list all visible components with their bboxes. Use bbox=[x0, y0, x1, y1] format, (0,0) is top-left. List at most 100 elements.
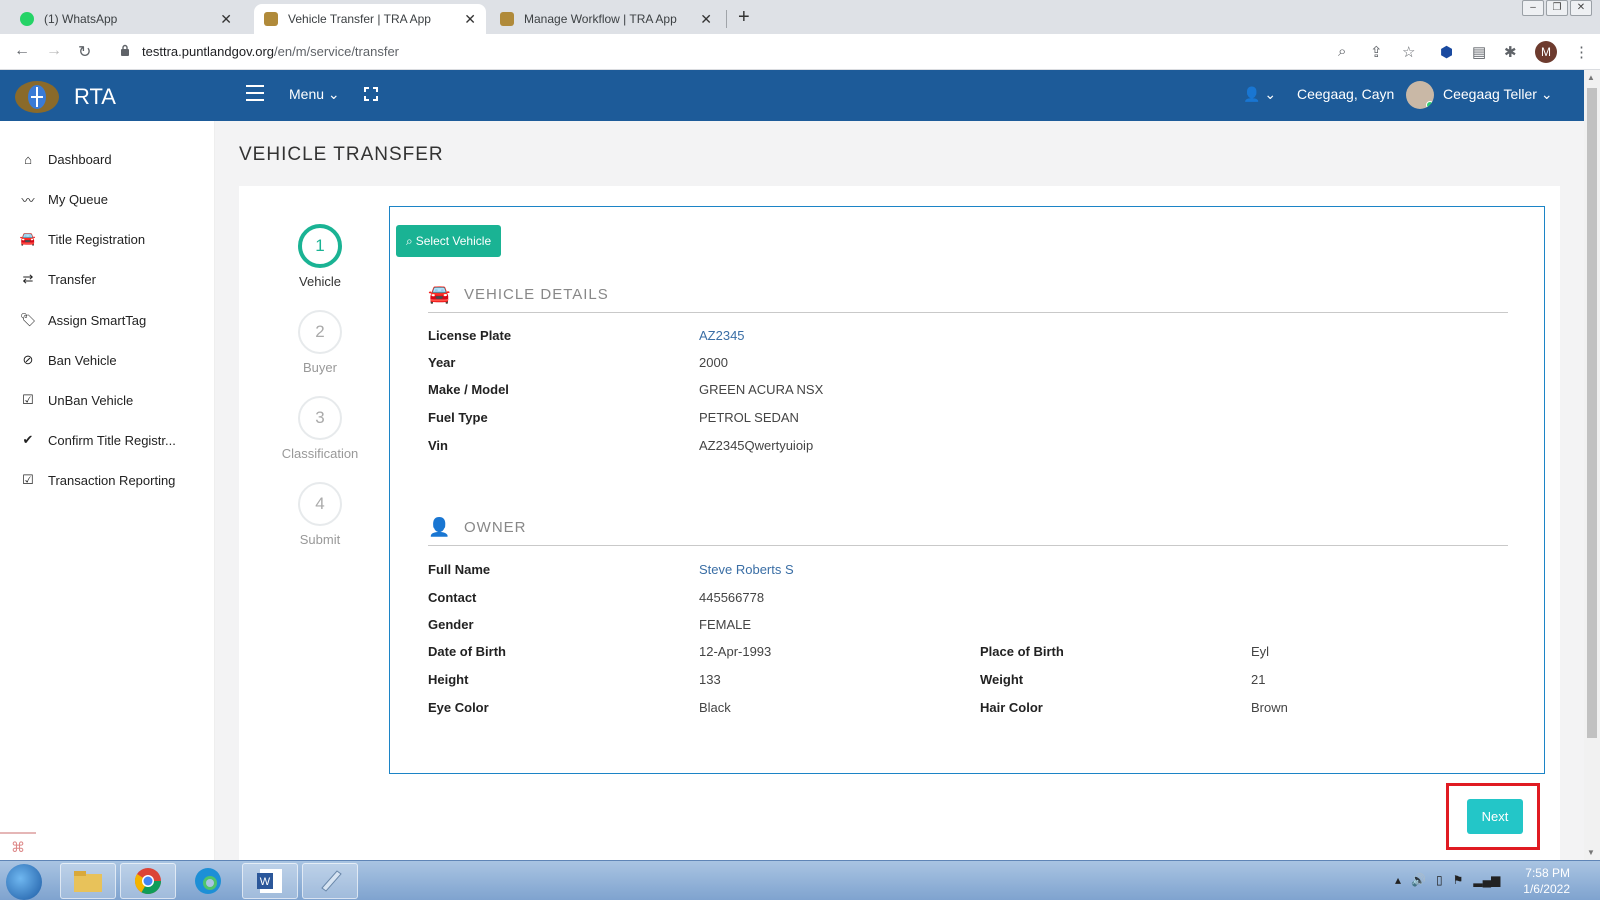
page-title: VEHICLE TRANSFER bbox=[239, 144, 444, 165]
home-icon: ⌂ bbox=[24, 151, 32, 167]
tray-expand-icon[interactable]: ▴ bbox=[1395, 873, 1401, 887]
step-number: 3 bbox=[298, 396, 342, 440]
close-icon[interactable]: ✕ bbox=[220, 11, 232, 28]
scroll-up-icon[interactable]: ▲ bbox=[1587, 73, 1595, 82]
address-bar[interactable]: testtra.puntlandgov.org/en/m/service/tra… bbox=[142, 44, 399, 59]
sidebar-item-label: Transaction Reporting bbox=[48, 472, 176, 488]
owner-heading: 👤 OWNER bbox=[428, 510, 1508, 546]
field-value[interactable]: AZ2345 bbox=[699, 328, 745, 343]
extension-shield-icon[interactable]: ⬢ bbox=[1440, 43, 1453, 61]
extension-clipboard-icon[interactable]: ▤ bbox=[1472, 43, 1486, 61]
sidebar-item-label: Transfer bbox=[48, 271, 96, 287]
avatar[interactable] bbox=[1406, 81, 1434, 109]
step-label: Buyer bbox=[303, 360, 337, 375]
field-value[interactable]: Steve Roberts S bbox=[699, 562, 794, 577]
step-classification[interactable]: 3 Classification bbox=[282, 396, 358, 461]
close-icon[interactable]: ✕ bbox=[700, 11, 712, 28]
star-icon[interactable]: ☆ bbox=[1402, 43, 1415, 61]
select-vehicle-button[interactable]: ⌕ Select Vehicle bbox=[396, 225, 502, 257]
chrome-icon[interactable] bbox=[120, 863, 176, 899]
field-label: Make / Model bbox=[428, 382, 509, 397]
wizard-card: 1 Vehicle 2 Buyer 3 Classification 4 Sub… bbox=[239, 186, 1560, 866]
hamburger-icon[interactable] bbox=[246, 85, 264, 101]
windows-start-icon[interactable] bbox=[6, 864, 42, 900]
sidebar-item-dashboard[interactable]: ⌂ Dashboard bbox=[18, 148, 112, 170]
extensions-puzzle-icon[interactable]: ✱ bbox=[1504, 43, 1517, 61]
next-button[interactable]: Next bbox=[1467, 799, 1523, 834]
field-label: Date of Birth bbox=[428, 644, 506, 659]
field-value: GREEN ACURA NSX bbox=[699, 382, 824, 397]
browser-toolbar: ← → ↻ testtra.puntlandgov.org/en/m/servi… bbox=[0, 34, 1600, 70]
field-label: License Plate bbox=[428, 328, 512, 343]
step-submit[interactable]: 4 Submit bbox=[297, 482, 343, 547]
sidebar-item-label: My Queue bbox=[48, 191, 108, 207]
menu-dropdown[interactable]: Menu ⌄ bbox=[289, 86, 340, 103]
sidebar-item-assign-smarttag[interactable]: 🏷 Assign SmartTag bbox=[18, 309, 147, 331]
tab-whatsapp[interactable]: (1) WhatsApp ✕ bbox=[10, 4, 242, 34]
field-value: 445566778 bbox=[699, 590, 765, 605]
zoom-icon[interactable]: ⌕ bbox=[1338, 43, 1346, 60]
step-label: Submit bbox=[299, 532, 341, 547]
browser-menu-icon[interactable]: ⋮ bbox=[1574, 43, 1589, 61]
volume-icon[interactable]: 🔊 bbox=[1411, 873, 1426, 887]
tab-manage-workflow[interactable]: Manage Workflow | TRA App ✕ bbox=[490, 4, 722, 34]
close-window-icon[interactable]: ✕ bbox=[1570, 0, 1592, 16]
sidebar-item-my-queue[interactable]: 〰 My Queue bbox=[18, 188, 108, 210]
close-icon[interactable]: ✕ bbox=[464, 11, 476, 28]
rta-logo bbox=[15, 81, 59, 113]
sidebar-item-transaction-reporting[interactable]: ☑ Transaction Reporting bbox=[18, 469, 175, 491]
laravel-icon[interactable]: ⌘ bbox=[0, 832, 36, 860]
sidebar-item-confirm-title-registration[interactable]: ✔ Confirm Title Registr... bbox=[18, 429, 176, 451]
search-icon: ⌕ bbox=[406, 233, 413, 248]
ban-icon: ⊘ bbox=[22, 352, 34, 367]
user-short-name[interactable]: Ceegaag, Cayn bbox=[1297, 86, 1394, 102]
minimize-icon[interactable]: – bbox=[1522, 0, 1544, 16]
fullscreen-icon[interactable] bbox=[363, 86, 379, 102]
edge-icon[interactable] bbox=[180, 863, 236, 899]
field-label: Year bbox=[428, 355, 456, 370]
lock-icon[interactable] bbox=[120, 44, 130, 56]
sidebar-item-label: UnBan Vehicle bbox=[48, 392, 134, 408]
signal-icon[interactable]: ▂▄▆ bbox=[1473, 873, 1500, 887]
field-label: Height bbox=[428, 672, 469, 687]
tab-vehicle-transfer[interactable]: Vehicle Transfer | TRA App ✕ bbox=[254, 4, 486, 34]
page-scrollbar[interactable]: ▲ ▼ bbox=[1584, 70, 1600, 860]
sidebar-item-transfer[interactable]: ⇄ Transfer bbox=[18, 268, 96, 290]
scrollbar-thumb[interactable] bbox=[1587, 88, 1597, 738]
brand-name[interactable]: RTA bbox=[74, 84, 116, 110]
forward-icon[interactable]: → bbox=[46, 42, 62, 60]
word-icon[interactable]: W bbox=[242, 863, 298, 899]
sidebar-item-title-registration[interactable]: 🚘 Title Registration bbox=[18, 228, 145, 250]
share-icon[interactable]: ⇪ bbox=[1370, 43, 1383, 61]
back-icon[interactable]: ← bbox=[14, 42, 30, 60]
user-dropdown[interactable]: Ceegaag Teller ⌄ bbox=[1443, 86, 1553, 103]
new-tab-icon[interactable]: + bbox=[738, 6, 750, 29]
scroll-down-icon[interactable]: ▼ bbox=[1587, 848, 1595, 857]
reload-icon[interactable]: ↻ bbox=[78, 42, 91, 62]
exchange-icon: ⇄ bbox=[22, 271, 34, 286]
chevron-down-icon: ⌄ bbox=[1540, 86, 1553, 102]
network-warning-icon[interactable]: ⚑ bbox=[1453, 873, 1464, 887]
check-square-icon: ☑ bbox=[22, 392, 34, 407]
user-menu-icon[interactable]: 👤 ⌄ bbox=[1243, 86, 1276, 103]
field-label: Vin bbox=[428, 438, 448, 453]
restore-icon[interactable]: ❐ bbox=[1546, 0, 1568, 16]
field-label: Place of Birth bbox=[980, 644, 1064, 659]
battery-icon[interactable]: ▯ bbox=[1436, 873, 1443, 887]
sidebar-item-label: Ban Vehicle bbox=[48, 352, 117, 368]
step-buyer[interactable]: 2 Buyer bbox=[297, 310, 343, 375]
sidebar-item-ban-vehicle[interactable]: ⊘ Ban Vehicle bbox=[18, 349, 117, 371]
notepad-icon[interactable] bbox=[302, 863, 358, 899]
field-label: Contact bbox=[428, 590, 477, 605]
window-controls: – ❐ ✕ bbox=[1522, 0, 1592, 16]
profile-avatar[interactable]: M bbox=[1535, 41, 1557, 63]
sidebar-item-label: Assign SmartTag bbox=[48, 312, 147, 328]
svg-text:W: W bbox=[260, 876, 271, 888]
field-value: 2000 bbox=[699, 355, 728, 370]
field-value: 133 bbox=[699, 672, 721, 687]
file-explorer-icon[interactable] bbox=[60, 863, 116, 899]
sidebar-item-unban-vehicle[interactable]: ☑ UnBan Vehicle bbox=[18, 389, 133, 411]
user-icon: 👤 bbox=[428, 517, 451, 537]
taskbar-clock[interactable]: 7:58 PM 1/6/2022 bbox=[1510, 865, 1570, 897]
step-vehicle[interactable]: 1 Vehicle bbox=[297, 224, 343, 289]
